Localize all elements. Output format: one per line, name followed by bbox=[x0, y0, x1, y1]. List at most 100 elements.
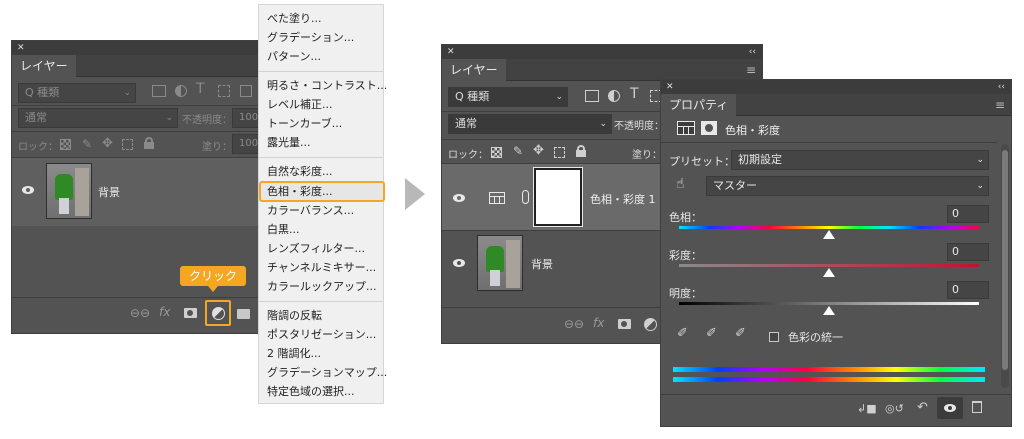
eye-icon[interactable] bbox=[22, 186, 34, 194]
lock-artboard-icon[interactable] bbox=[122, 139, 133, 150]
lock-artboard-icon[interactable] bbox=[554, 147, 565, 158]
targeted-adjust-hand-icon[interactable]: ☝ bbox=[676, 176, 685, 192]
folder-icon[interactable] bbox=[237, 309, 250, 319]
eyedropper-subtract-icon[interactable]: ✐ bbox=[735, 326, 746, 341]
menu-item-photo-filter[interactable]: レンズフィルター... bbox=[267, 240, 365, 258]
eye-icon bbox=[944, 404, 956, 412]
blend-mode-select[interactable]: 通常 ⌄ bbox=[448, 114, 612, 134]
trash-icon[interactable] bbox=[972, 401, 982, 413]
tab-layers[interactable]: レイヤー bbox=[12, 55, 76, 77]
fx-icon[interactable]: fx bbox=[593, 316, 604, 330]
left-panel-tabrow: レイヤー bbox=[12, 55, 291, 77]
menu-item-black-white[interactable]: 白黒... bbox=[267, 221, 300, 239]
close-icon[interactable]: ✕ bbox=[447, 45, 455, 59]
eyedropper-add-icon[interactable]: ✐ bbox=[706, 326, 717, 341]
menu-item-gradient-map[interactable]: グラデーションマップ... bbox=[267, 364, 387, 382]
menu-item-selective-color[interactable]: 特定色域の選択... bbox=[267, 383, 355, 401]
link-icon[interactable]: ⊖⊖ bbox=[130, 306, 150, 320]
close-icon[interactable]: ✕ bbox=[666, 80, 674, 94]
menu-item-curves[interactable]: トーンカーブ... bbox=[267, 115, 342, 133]
mask-icon[interactable] bbox=[701, 121, 717, 135]
layer-name: 背景 bbox=[531, 258, 553, 271]
collapse-icon[interactable]: ‹‹ bbox=[998, 80, 1005, 94]
filter-type-icon[interactable]: T bbox=[196, 81, 205, 97]
new-adjustment-button[interactable] bbox=[205, 300, 231, 326]
saturation-value-field[interactable]: 0 bbox=[947, 243, 989, 261]
fx-icon[interactable]: fx bbox=[159, 305, 170, 319]
filter-select[interactable]: Q 種類 ⌄ bbox=[18, 83, 136, 103]
lock-move-icon[interactable]: ✥ bbox=[533, 143, 544, 158]
blend-mode-select[interactable]: 通常 ⌄ bbox=[18, 108, 178, 128]
menu-item-exposure[interactable]: 露光量... bbox=[267, 134, 311, 152]
channel-select[interactable]: マスター ⌄ bbox=[706, 176, 989, 196]
menu-item-gradient[interactable]: グラデーション... bbox=[267, 29, 354, 47]
layer-row-background[interactable]: 背景 bbox=[12, 158, 291, 226]
close-icon[interactable]: ✕ bbox=[17, 41, 25, 55]
filter-type-icon[interactable]: T bbox=[630, 86, 639, 102]
menu-item-hue-saturation[interactable]: 色相・彩度... bbox=[267, 183, 333, 201]
menu-item-solid-color[interactable]: べた塗り... bbox=[267, 10, 322, 28]
hue-slider-knob[interactable] bbox=[823, 230, 835, 239]
menu-item-brightness-contrast[interactable]: 明るさ・コントラスト... bbox=[267, 77, 387, 95]
adjustment-icon bbox=[212, 307, 225, 320]
lock-move-icon[interactable]: ✥ bbox=[102, 136, 113, 151]
tab-layers[interactable]: レイヤー bbox=[442, 59, 506, 81]
menu-item-color-lookup[interactable]: カラールックアップ... bbox=[267, 278, 377, 296]
filter-label: Q 種類 bbox=[455, 90, 490, 103]
eye-icon[interactable] bbox=[453, 259, 465, 267]
chain-link-icon[interactable] bbox=[522, 190, 529, 204]
view-previous-icon[interactable]: ◎↺ bbox=[885, 402, 904, 415]
lock-all-icon[interactable] bbox=[576, 145, 586, 157]
link-icon[interactable]: ⊖⊖ bbox=[564, 317, 584, 331]
scrollbar[interactable] bbox=[1001, 144, 1009, 388]
filter-adjust-icon[interactable] bbox=[175, 85, 187, 97]
filter-image-icon[interactable] bbox=[152, 85, 166, 97]
hue-value-field[interactable]: 0 bbox=[947, 205, 989, 223]
lightness-slider-knob[interactable] bbox=[823, 306, 835, 315]
preset-label: プリセット： bbox=[669, 155, 735, 168]
lightness-slider-track[interactable] bbox=[679, 302, 979, 305]
adjustment-layer-icon[interactable] bbox=[677, 121, 695, 135]
lock-brush-icon[interactable]: ✎ bbox=[82, 137, 92, 151]
preset-value: 初期設定 bbox=[738, 153, 782, 166]
saturation-slider-track[interactable] bbox=[679, 264, 979, 267]
menu-item-invert[interactable]: 階調の反転 bbox=[267, 307, 322, 325]
saturation-slider-knob[interactable] bbox=[823, 268, 835, 277]
lock-transparent-icon[interactable] bbox=[491, 147, 502, 158]
menu-item-posterize[interactable]: ポスタリゼーション... bbox=[267, 326, 376, 344]
eyedropper-icon[interactable]: ✐ bbox=[677, 326, 688, 341]
filter-adjust-icon[interactable] bbox=[608, 90, 620, 102]
adjustment-icon[interactable] bbox=[644, 318, 657, 331]
layer-mask-thumbnail[interactable] bbox=[533, 167, 583, 227]
menu-item-threshold[interactable]: 2 階調化... bbox=[267, 345, 321, 363]
menu-item-pattern[interactable]: パターン... bbox=[267, 48, 321, 66]
tab-properties[interactable]: プロパティ bbox=[661, 94, 737, 116]
lock-transparent-icon[interactable] bbox=[60, 139, 71, 150]
layer-name: 背景 bbox=[98, 186, 120, 199]
filter-shape-icon[interactable] bbox=[218, 85, 230, 97]
colorize-checkbox[interactable] bbox=[769, 332, 779, 342]
filter-smart-icon[interactable] bbox=[240, 85, 252, 97]
filter-image-icon[interactable] bbox=[585, 90, 599, 102]
menu-item-vibrance[interactable]: 自然な彩度... bbox=[267, 163, 333, 181]
lightness-value-field[interactable]: 0 bbox=[947, 281, 989, 299]
hue-slider-track[interactable] bbox=[679, 226, 979, 229]
lock-brush-icon[interactable]: ✎ bbox=[513, 144, 523, 158]
filter-select[interactable]: Q 種類 ⌄ bbox=[448, 87, 568, 107]
reset-icon[interactable]: ↶ bbox=[917, 400, 928, 415]
menu-item-levels[interactable]: レベル補正... bbox=[267, 96, 333, 114]
visibility-toggle[interactable] bbox=[937, 397, 963, 419]
menu-item-color-balance[interactable]: カラーバランス... bbox=[267, 202, 354, 220]
add-mask-icon[interactable] bbox=[184, 308, 197, 318]
panel-menu-icon[interactable]: ≡ bbox=[746, 63, 756, 77]
panel-menu-icon[interactable]: ≡ bbox=[995, 98, 1005, 112]
chevron-down-icon: ⌄ bbox=[123, 88, 131, 98]
clip-to-layer-icon[interactable]: ↲■ bbox=[857, 402, 877, 415]
add-mask-icon[interactable] bbox=[618, 319, 631, 329]
blend-mode-label: 通常 bbox=[455, 117, 477, 130]
collapse-icon[interactable]: ‹‹ bbox=[749, 45, 756, 59]
eye-icon[interactable] bbox=[453, 194, 465, 202]
lock-all-icon[interactable] bbox=[144, 137, 154, 149]
menu-item-channel-mixer[interactable]: チャンネルミキサー... bbox=[267, 259, 376, 277]
preset-select[interactable]: 初期設定 ⌄ bbox=[731, 150, 989, 170]
